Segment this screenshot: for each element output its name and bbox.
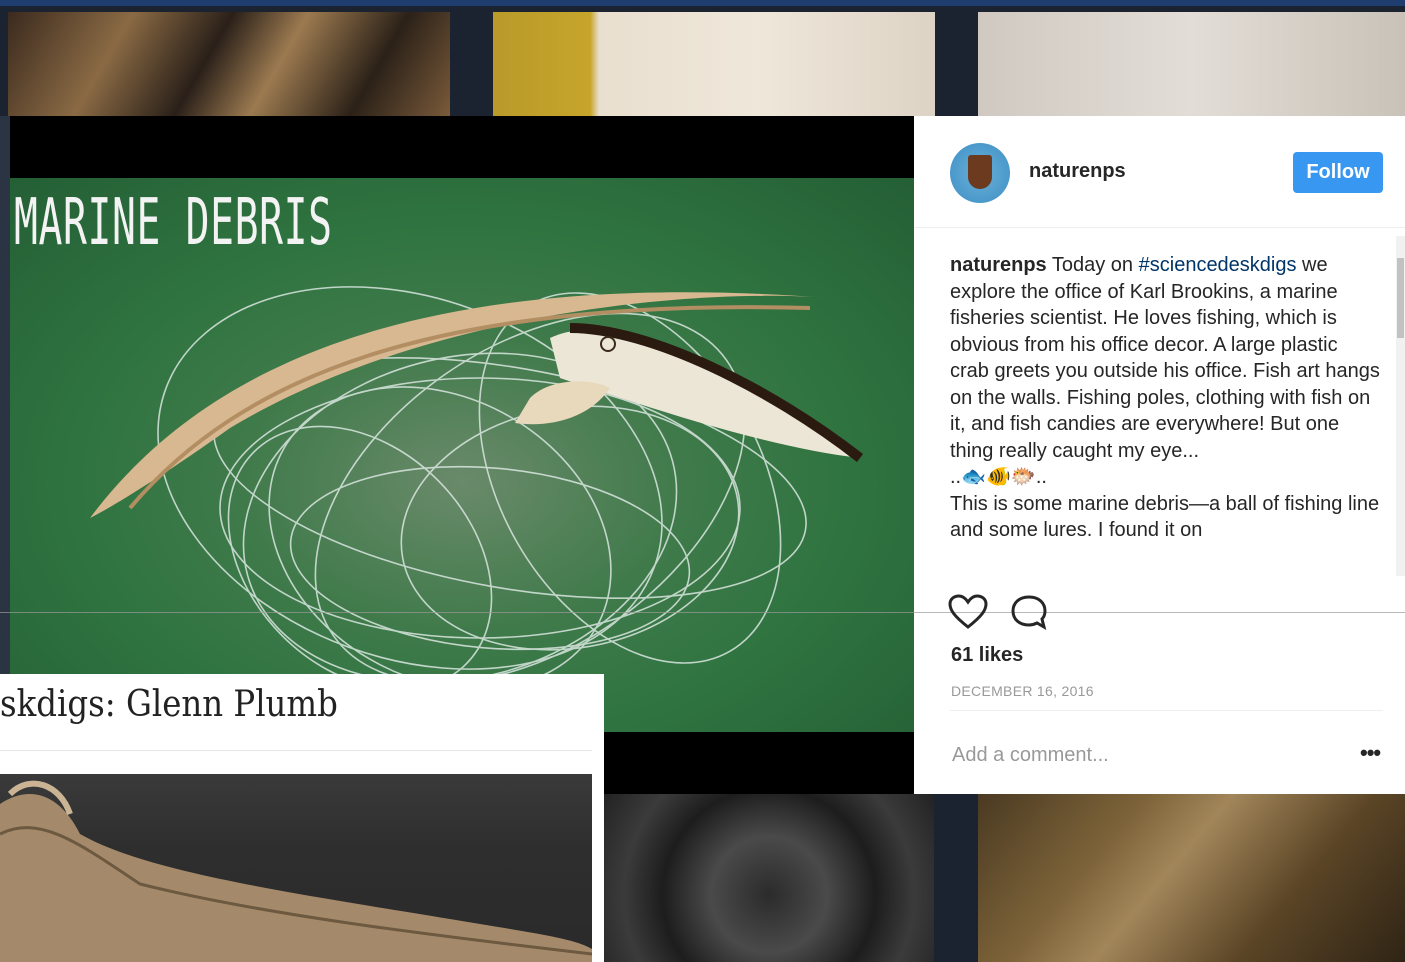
follow-button[interactable]: Follow <box>1293 152 1383 193</box>
more-options-icon[interactable]: ••• <box>1360 740 1381 766</box>
grid-tile-badges[interactable] <box>8 12 450 116</box>
hashtag-link[interactable]: #sciencedeskdigs <box>1139 254 1297 276</box>
caption-scrollbar-thumb[interactable] <box>1397 258 1404 338</box>
emoji-line: ..🐟🐠🐡.. <box>950 466 1047 488</box>
post-username[interactable]: naturenps <box>1029 160 1126 183</box>
comment-divider <box>950 710 1383 711</box>
caption-text-more: This is some marine debris—a ball of fis… <box>950 492 1380 542</box>
caption-text-cont: we explore the office of Karl Brookins, … <box>950 254 1380 462</box>
caption-username[interactable]: naturenps <box>950 254 1047 276</box>
avatar[interactable] <box>950 143 1010 203</box>
actions-divider <box>0 612 1405 613</box>
post-date: DECEMBER 16, 2016 <box>951 683 1094 699</box>
fossil-jaw-illustration <box>0 780 592 962</box>
article-divider <box>0 750 592 751</box>
grid-tile-machine[interactable] <box>604 794 934 962</box>
likes-count[interactable]: 61 likes <box>951 644 1023 667</box>
fishing-line-illustration <box>90 286 864 691</box>
grid-edge <box>0 116 10 676</box>
grid-tile-plant[interactable] <box>978 794 1405 962</box>
photo-title-text: MARINE DEBRIS <box>14 186 333 260</box>
heart-icon[interactable] <box>948 594 988 630</box>
post-caption: naturenps Today on #sciencedeskdigs we e… <box>950 252 1380 576</box>
comment-icon[interactable] <box>1010 594 1048 630</box>
comment-input[interactable] <box>950 738 1334 772</box>
caption-text: Today on <box>1046 254 1139 276</box>
article-image[interactable] <box>0 774 592 962</box>
top-bar <box>0 0 1405 6</box>
article-title[interactable]: skdigs: Glenn Plumb <box>0 684 338 725</box>
grid-tile-insect[interactable] <box>493 12 935 116</box>
header-divider <box>914 227 1405 228</box>
grid-tile-specimen[interactable] <box>978 12 1405 116</box>
post-photo: MARINE DEBRIS <box>10 178 914 732</box>
nps-shield-icon <box>968 155 992 189</box>
